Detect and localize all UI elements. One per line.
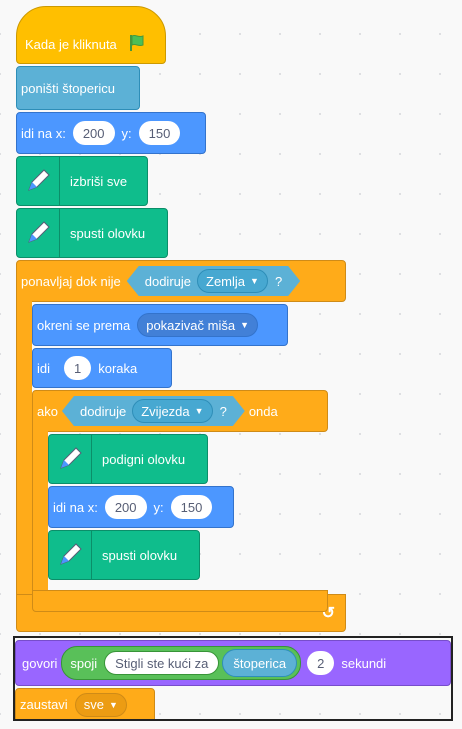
- move-steps-block[interactable]: idi 1 koraka: [32, 348, 172, 388]
- touching-value: Zvijezda: [141, 403, 190, 419]
- green-flag-icon: [127, 33, 147, 56]
- pen-up-block[interactable]: podigni olovku: [48, 434, 208, 484]
- pen-icon: [49, 531, 92, 579]
- repeat-until-label: ponavljaj dok nije: [21, 273, 121, 289]
- touching-condition[interactable]: dodiruje Zvijezda ▼ ?: [62, 396, 245, 426]
- pen-down-block[interactable]: spusti olovku: [48, 530, 200, 580]
- touching-label: dodiruje: [144, 273, 191, 289]
- touching-dropdown[interactable]: Zemlja ▼: [197, 269, 268, 293]
- pen-clear-block[interactable]: izbriši sve: [16, 156, 148, 206]
- x-input[interactable]: 200: [72, 121, 115, 145]
- pen-up-label: podigni olovku: [102, 451, 186, 467]
- y-input[interactable]: 150: [170, 495, 213, 519]
- secs-input[interactable]: 2: [307, 651, 335, 675]
- touching-condition[interactable]: dodiruje Zemlja ▼ ?: [127, 266, 300, 296]
- touching-value: Zemlja: [206, 273, 246, 289]
- y-label: y:: [153, 499, 164, 515]
- goto-xy-block[interactable]: idi na x: 200 y: 150: [16, 112, 206, 154]
- pen-down-label: spusti olovku: [70, 225, 146, 241]
- when-flag-clicked-block[interactable]: Kada je kliknuta: [16, 6, 166, 64]
- steps-unit: koraka: [98, 360, 138, 376]
- repeat-arm: [16, 300, 32, 594]
- dropdown-caret-icon: ▼: [250, 276, 259, 286]
- timer-label: štoperica: [233, 655, 287, 671]
- pen-down-block[interactable]: spusti olovku: [16, 208, 168, 258]
- pen-icon: [17, 157, 60, 205]
- touching-dropdown[interactable]: Zvijezda ▼: [132, 399, 212, 423]
- goto-xy-block[interactable]: idi na x: 200 y: 150: [48, 486, 234, 528]
- if-footer: [32, 590, 328, 612]
- reset-timer-label: poništi štopericu: [21, 80, 115, 96]
- pen-down-label: spusti olovku: [102, 547, 178, 563]
- stop-dropdown[interactable]: sve ▼: [74, 692, 127, 717]
- y-input[interactable]: 150: [138, 121, 181, 145]
- dropdown-caret-icon: ▼: [194, 406, 204, 416]
- question-mark: ?: [219, 403, 227, 419]
- hat-label: Kada je kliknuta: [25, 36, 117, 52]
- stop-value: sve: [83, 697, 104, 712]
- y-label: y:: [121, 125, 132, 141]
- point-towards-block[interactable]: okreni se prema pokazivač miša ▼: [32, 304, 288, 346]
- reset-timer-block[interactable]: poništi štopericu: [16, 66, 140, 110]
- join-reporter[interactable]: spoji Stigli ste kući za štoperica: [61, 646, 302, 680]
- point-value: pokazivač miša: [146, 317, 236, 333]
- goto-label: idi na x:: [53, 499, 98, 515]
- point-dropdown[interactable]: pokazivač miša ▼: [137, 313, 259, 337]
- stop-label: zaustavi: [20, 697, 68, 712]
- pen-icon: [17, 209, 60, 257]
- point-label: okreni se prema: [37, 317, 131, 333]
- say-label: govori: [22, 655, 58, 671]
- dropdown-caret-icon: ▼: [240, 320, 250, 330]
- x-input[interactable]: 200: [104, 495, 147, 519]
- clear-label: izbriši sve: [70, 173, 128, 189]
- move-label: idi: [37, 360, 51, 376]
- stop-block[interactable]: zaustavi sve ▼: [15, 688, 155, 721]
- join-text-input[interactable]: Stigli ste kući za: [104, 651, 220, 675]
- timer-reporter[interactable]: štoperica: [222, 649, 298, 677]
- secs-unit: sekundi: [341, 655, 387, 671]
- goto-label: idi na x:: [21, 125, 66, 141]
- pen-icon: [49, 435, 92, 483]
- then-label: onda: [248, 403, 278, 419]
- say-for-secs-block[interactable]: govori spoji Stigli ste kući za štoperic…: [15, 640, 451, 686]
- question-mark: ?: [274, 273, 283, 289]
- steps-input[interactable]: 1: [64, 356, 92, 380]
- dropdown-caret-icon: ▼: [108, 699, 118, 710]
- touching-label: dodiruje: [79, 403, 127, 419]
- join-label: spoji: [70, 655, 98, 671]
- if-arm: [32, 430, 48, 592]
- if-label: ako: [37, 403, 58, 419]
